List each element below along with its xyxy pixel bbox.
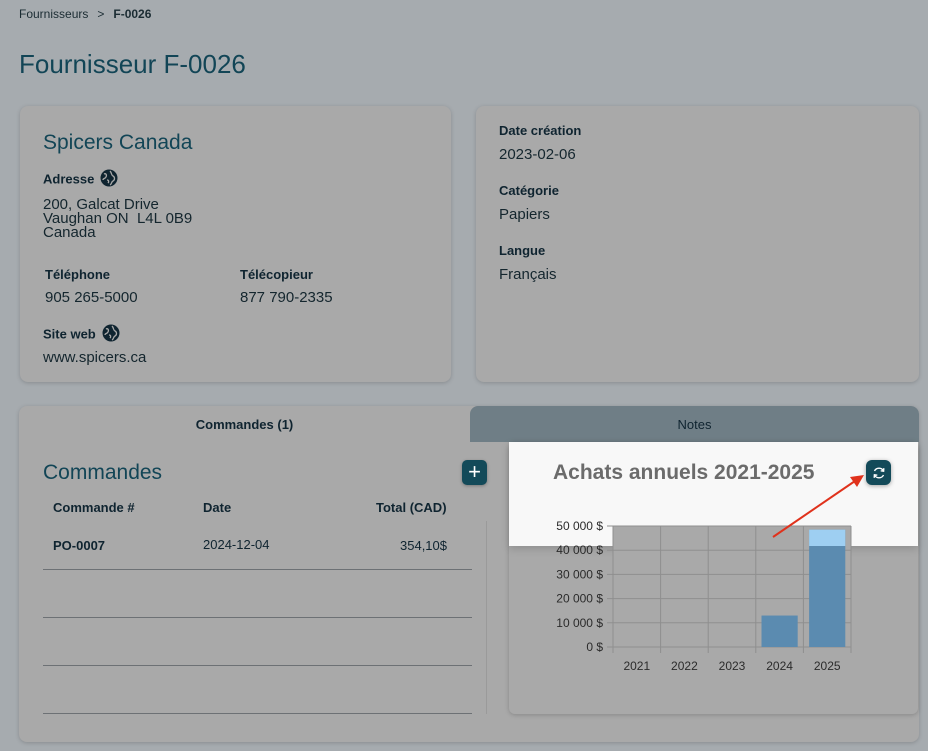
address-block: 200, Galcat Drive Vaughan ON L4L 0B9 Can… — [43, 197, 192, 241]
phone-value: 905 265-5000 — [45, 289, 138, 306]
globe-icon[interactable] — [102, 324, 120, 342]
bar — [809, 529, 846, 647]
annual-purchases-bar-chart: 0 $ 10 000 $ 20 000 $ 30 000 $ 40 000 $ 50 00… — [556, 519, 852, 673]
breadcrumb: Fournisseurs > F-0026 — [19, 7, 151, 21]
bar — [761, 615, 798, 647]
page-title: Fournisseur F-0026 — [19, 49, 246, 79]
website-label: Site web — [43, 324, 120, 344]
globe-icon[interactable] — [100, 169, 118, 187]
language-value: Français — [499, 266, 557, 283]
website-link[interactable]: www.spicers.ca — [43, 349, 146, 366]
supplier-details-card: Date création 2023-02-06 Catégorie Papie… — [476, 106, 919, 382]
address-label: Adresse — [43, 169, 118, 189]
website-label-text: Site web — [43, 326, 96, 342]
column-header-order-number[interactable]: Commande # — [53, 500, 135, 515]
y-tick-label: 50 000 $ — [556, 519, 603, 533]
order-date-cell: 2024-12-04 — [203, 537, 270, 552]
breadcrumb-parent-link[interactable]: Fournisseurs — [19, 7, 88, 21]
phone-label: Téléphone — [45, 267, 111, 282]
created-date-value: 2023-02-06 — [499, 146, 576, 163]
category-value: Papiers — [499, 206, 550, 223]
column-header-date[interactable]: Date — [203, 500, 231, 515]
x-tick-label: 2023 — [719, 659, 746, 673]
fax-label: Télécopieur — [240, 267, 313, 282]
breadcrumb-separator: > — [97, 7, 105, 21]
tab-notes[interactable]: Notes — [470, 406, 919, 442]
breadcrumb-current: F-0026 — [113, 7, 152, 21]
order-total-cell: 354,10$ — [400, 538, 447, 553]
y-tick-label: 40 000 $ — [556, 543, 603, 557]
company-name: Spicers Canada — [43, 131, 193, 154]
address-label-text: Adresse — [43, 171, 95, 187]
y-tick-label: 10 000 $ — [556, 616, 603, 630]
created-date-label: Date création — [499, 123, 582, 138]
y-tick-label: 30 000 $ — [556, 567, 603, 581]
x-tick-label: 2024 — [766, 659, 793, 673]
row-divider — [43, 713, 472, 714]
y-tick-label: 20 000 $ — [556, 592, 603, 606]
y-tick-label: 0 $ — [586, 640, 603, 654]
column-header-total[interactable]: Total (CAD) — [376, 500, 447, 515]
x-tick-label: 2025 — [814, 659, 841, 673]
row-divider — [43, 665, 472, 666]
orders-section-title: Commandes — [43, 461, 163, 484]
tab-orders[interactable]: Commandes (1) — [19, 406, 470, 442]
x-tick-label: 2021 — [623, 659, 650, 673]
add-order-button[interactable]: + — [462, 460, 487, 485]
row-divider — [43, 617, 472, 618]
row-divider — [43, 569, 472, 570]
category-label: Catégorie — [499, 183, 559, 198]
fax-value: 877 790-2335 — [240, 289, 333, 306]
table-scrollbar-track[interactable] — [486, 521, 487, 714]
x-tick-label: 2022 — [671, 659, 698, 673]
address-line-3: Canada — [43, 224, 96, 241]
order-number-cell[interactable]: PO-0007 — [53, 538, 105, 553]
supplier-info-card: Spicers Canada Adresse 200, Galcat Drive… — [20, 106, 451, 382]
bar-highlight — [809, 529, 846, 546]
language-label: Langue — [499, 243, 546, 258]
